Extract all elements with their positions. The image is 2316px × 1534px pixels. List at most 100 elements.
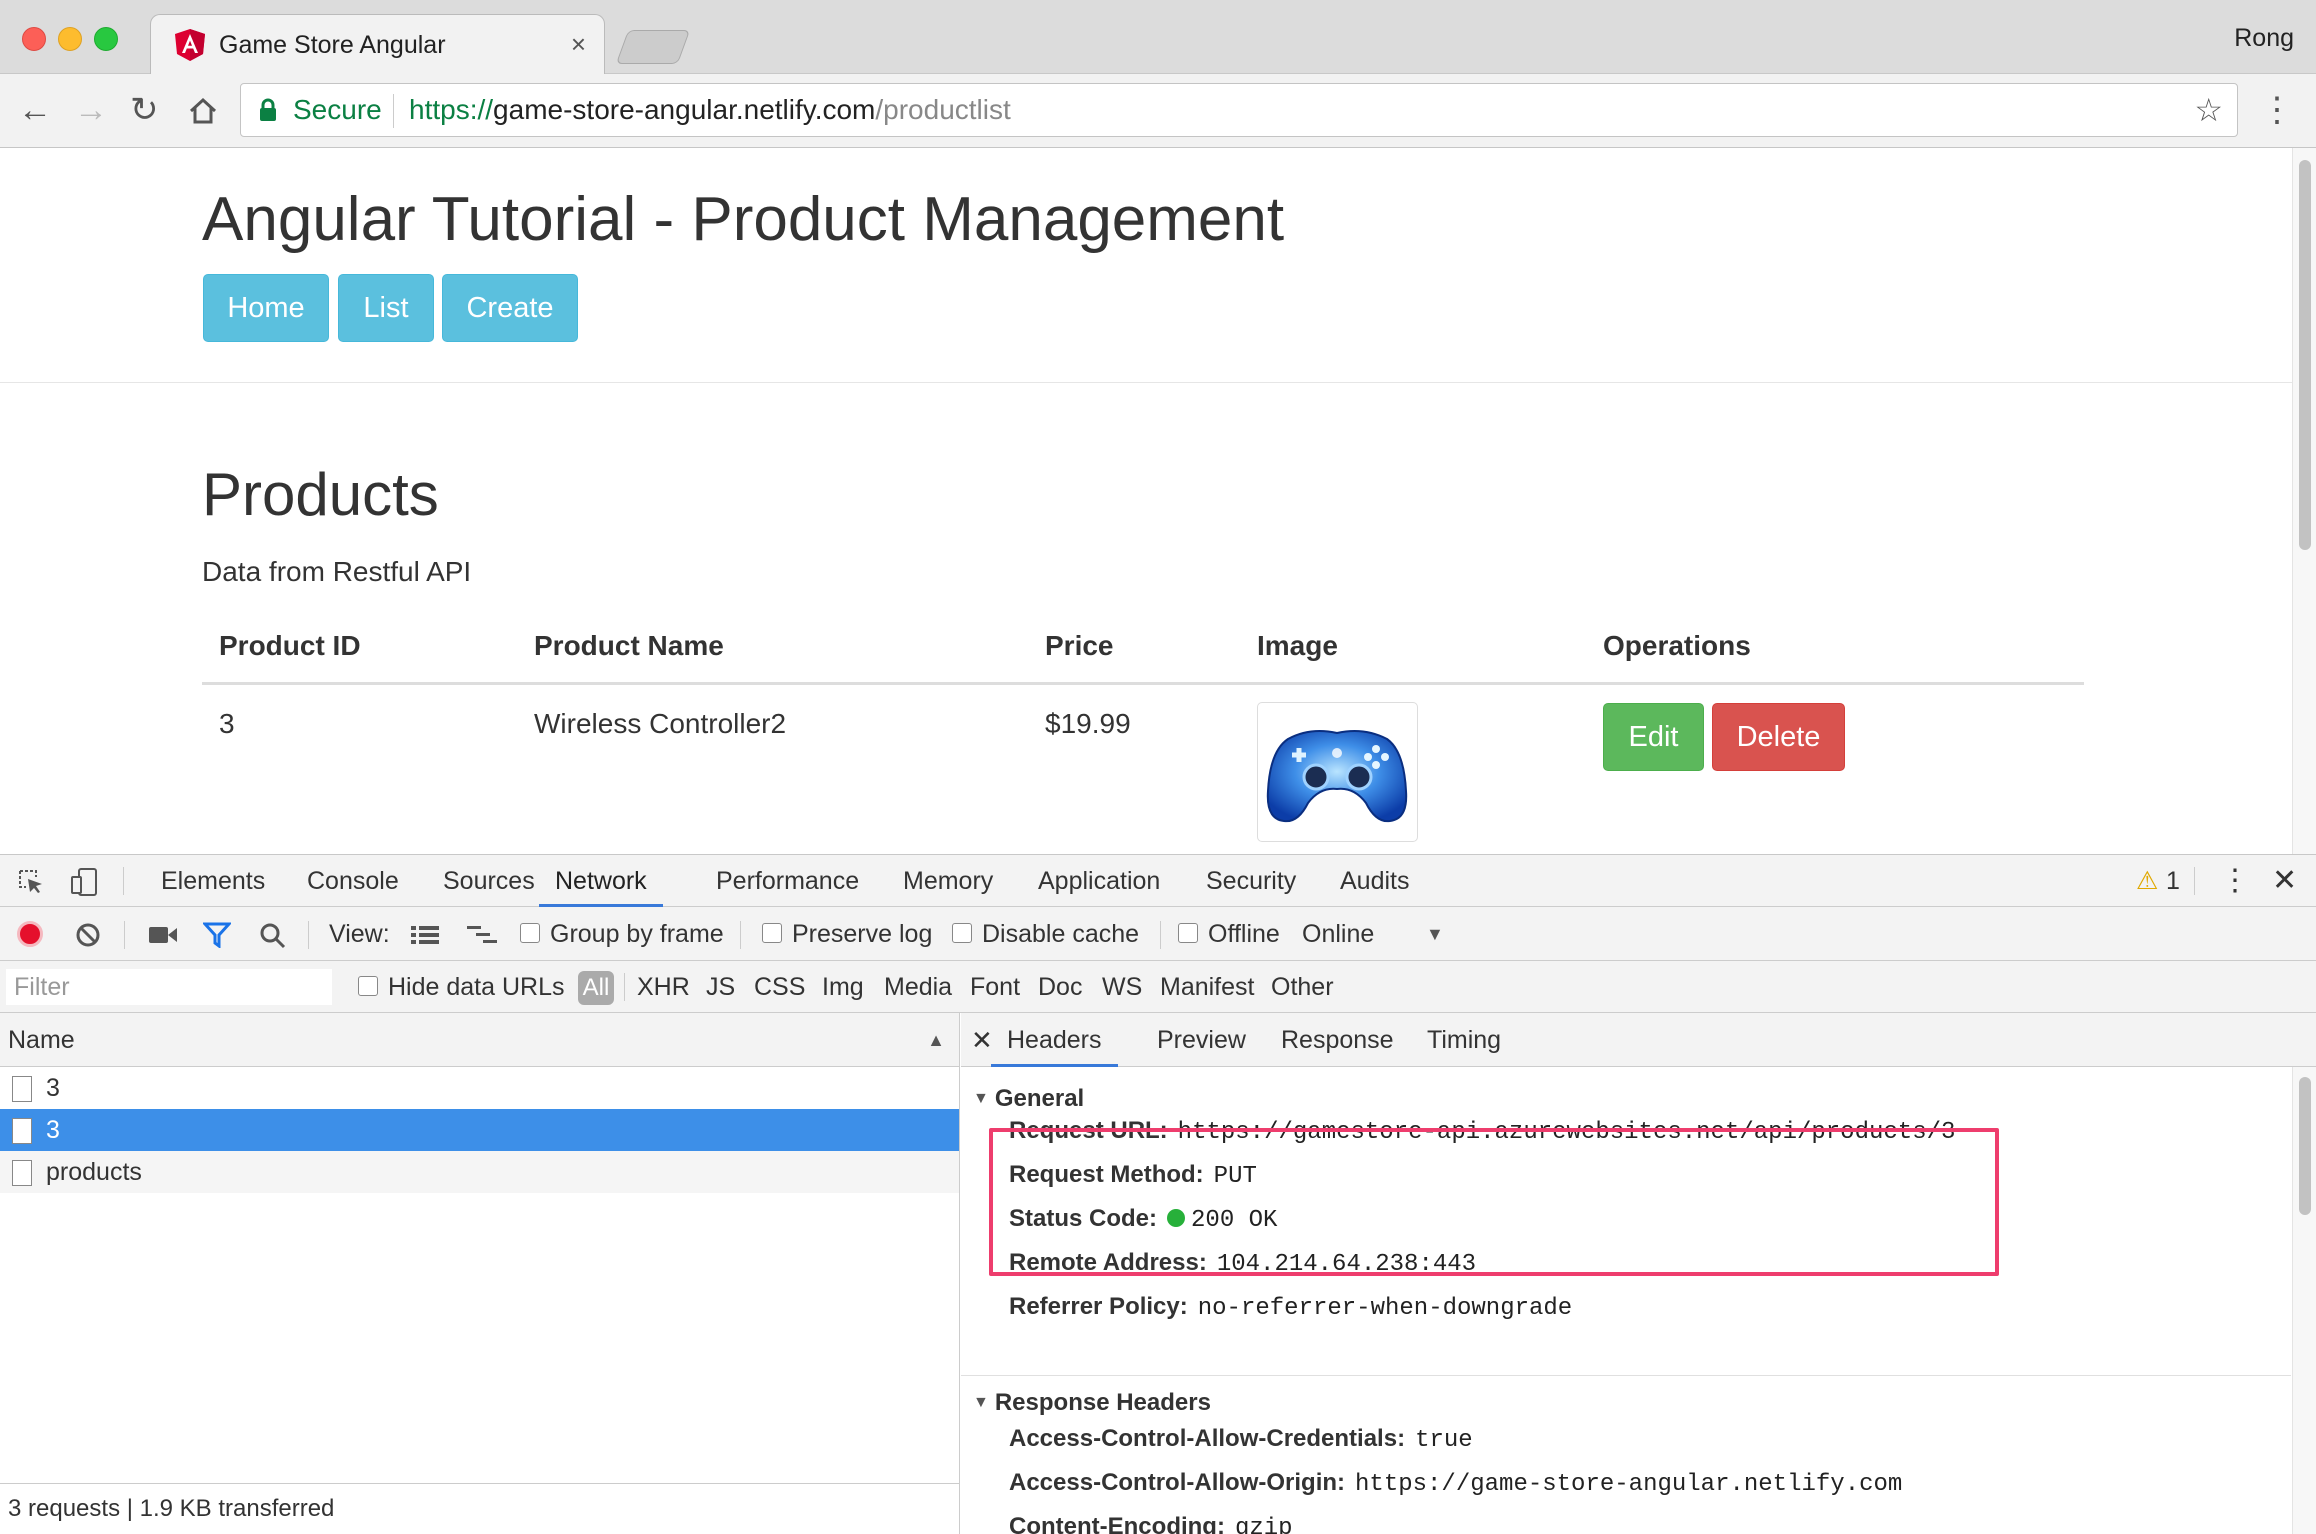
request-row[interactable]: products	[0, 1151, 959, 1193]
list-button[interactable]: List	[338, 274, 434, 342]
tab-timing[interactable]: Timing	[1427, 1013, 1501, 1067]
secure-label: Secure	[293, 94, 382, 125]
hide-data-urls-checkbox[interactable]: Hide data URLs	[358, 961, 564, 1013]
tab-performance[interactable]: Performance	[716, 855, 859, 907]
forward-arrow-icon[interactable]: →	[74, 90, 108, 130]
type-filter-doc[interactable]: Doc	[1038, 961, 1082, 1013]
minimize-window-button[interactable]	[58, 27, 82, 51]
view-label: View:	[329, 920, 390, 948]
inspect-element-icon[interactable]	[18, 869, 44, 895]
waterfall-icon[interactable]	[466, 924, 498, 946]
reload-icon[interactable]: ↻	[130, 90, 159, 130]
column-header-price: Price	[1045, 630, 1114, 661]
preserve-log-checkbox[interactable]: Preserve log	[762, 907, 932, 961]
type-filter-font[interactable]: Font	[970, 961, 1020, 1013]
tab-elements[interactable]: Elements	[161, 855, 265, 907]
details-scrollbar[interactable]	[2292, 1067, 2316, 1534]
type-filter-other[interactable]: Other	[1271, 961, 1334, 1013]
capture-screenshots-icon[interactable]	[148, 924, 178, 946]
filter-input[interactable]: Filter	[6, 969, 332, 1005]
page-scrollbar[interactable]	[2292, 148, 2316, 854]
tab-audits[interactable]: Audits	[1340, 855, 1409, 907]
home-button[interactable]: Home	[203, 274, 329, 342]
tab-application[interactable]: Application	[1038, 855, 1160, 907]
document-icon	[12, 1160, 32, 1186]
name-column-label: Name	[8, 1026, 75, 1054]
request-name: 3	[46, 1116, 60, 1144]
type-filter-manifest[interactable]: Manifest	[1160, 961, 1254, 1013]
checkbox-icon[interactable]	[762, 923, 782, 944]
general-section-title: General	[994, 1085, 1085, 1112]
header-key: Access-Control-Allow-Credentials:	[1009, 1425, 1406, 1452]
request-row-selected[interactable]: 3	[0, 1109, 959, 1151]
details-scrollbar-thumb[interactable]	[2299, 1077, 2311, 1215]
device-toolbar-icon[interactable]	[70, 867, 100, 897]
filter-icon[interactable]	[203, 922, 231, 948]
request-row[interactable]: 3	[0, 1067, 959, 1109]
create-button[interactable]: Create	[442, 274, 578, 342]
checkbox-icon[interactable]	[1178, 923, 1198, 944]
large-rows-icon[interactable]	[410, 924, 440, 946]
edit-button[interactable]: Edit	[1603, 703, 1704, 771]
group-by-frame-checkbox[interactable]: Group by frame	[520, 907, 724, 961]
header-row: Content-Encoding: gzip	[1009, 1513, 1293, 1534]
browser-tab[interactable]: Game Store Angular ×	[150, 14, 605, 74]
type-filter-js[interactable]: JS	[706, 961, 735, 1013]
address-bar[interactable]: Secure https://game-store-angular.netlif…	[240, 83, 2238, 137]
tab-preview[interactable]: Preview	[1157, 1013, 1246, 1067]
type-filter-xhr[interactable]: XHR	[637, 961, 690, 1013]
tab-memory[interactable]: Memory	[903, 855, 993, 907]
checkbox-icon[interactable]	[358, 976, 378, 997]
warning-count[interactable]: 1	[2166, 855, 2180, 907]
type-filter-media[interactable]: Media	[884, 961, 952, 1013]
clear-icon[interactable]	[75, 922, 101, 948]
disable-cache-checkbox[interactable]: Disable cache	[952, 907, 1139, 961]
maximize-window-button[interactable]	[94, 27, 118, 51]
delete-button[interactable]: Delete	[1712, 703, 1845, 771]
hide-data-urls-label: Hide data URLs	[388, 973, 565, 1001]
profile-name[interactable]: Rong	[2234, 24, 2294, 53]
network-toolbar: View: Group by frame Preserve log Disabl…	[0, 907, 2316, 961]
header-key: Access-Control-Allow-Origin:	[1009, 1469, 1346, 1496]
tab-close-icon[interactable]: ×	[571, 29, 586, 60]
tab-network[interactable]: Network	[539, 855, 663, 907]
offline-label: Offline	[1208, 920, 1280, 948]
general-section-toggle[interactable]: ▼ General	[973, 1085, 1084, 1113]
throttling-select[interactable]: Online	[1302, 907, 1374, 961]
sort-ascending-icon[interactable]: ▲	[927, 1013, 945, 1067]
page-scrollbar-thumb[interactable]	[2299, 160, 2311, 550]
tab-title: Game Store Angular	[219, 31, 446, 59]
browser-tab-bar: Game Store Angular × Rong	[0, 0, 2316, 74]
checkbox-icon[interactable]	[952, 923, 972, 944]
document-icon	[12, 1118, 32, 1144]
browser-toolbar: ← → ↻ Secure https://game-store-angular.…	[0, 74, 2316, 148]
tab-console[interactable]: Console	[307, 855, 399, 907]
column-header-product-id: Product ID	[219, 630, 361, 661]
checkbox-icon[interactable]	[520, 923, 540, 944]
tab-response[interactable]: Response	[1281, 1013, 1394, 1067]
name-column-header[interactable]: Name ▲	[0, 1013, 959, 1067]
tab-sources[interactable]: Sources	[443, 855, 535, 907]
chevron-down-icon[interactable]: ▼	[1426, 907, 1444, 961]
bookmark-star-icon[interactable]: ☆	[2194, 84, 2223, 136]
devtools-menu-icon[interactable]: ⋮	[2220, 855, 2250, 907]
warning-icon[interactable]: ⚠	[2136, 855, 2158, 907]
close-details-icon[interactable]: ✕	[971, 1013, 993, 1067]
type-filter-img[interactable]: Img	[822, 961, 864, 1013]
tab-headers[interactable]: Headers	[991, 1013, 1118, 1067]
tab-security[interactable]: Security	[1206, 855, 1296, 907]
close-window-button[interactable]	[22, 27, 46, 51]
toolbar-divider	[124, 921, 125, 949]
home-icon[interactable]	[188, 96, 218, 126]
type-filter-ws[interactable]: WS	[1102, 961, 1142, 1013]
back-arrow-icon[interactable]: ←	[18, 90, 52, 130]
offline-checkbox[interactable]: Offline	[1178, 907, 1280, 961]
type-filter-all[interactable]: All	[578, 971, 614, 1005]
search-icon[interactable]	[259, 922, 287, 950]
close-devtools-icon[interactable]: ✕	[2272, 855, 2297, 907]
browser-menu-icon[interactable]: ⋮	[2260, 90, 2294, 130]
type-filter-css[interactable]: CSS	[754, 961, 805, 1013]
new-tab-button[interactable]	[615, 30, 691, 64]
response-headers-section-toggle[interactable]: ▼ Response Headers	[973, 1389, 1211, 1417]
record-icon[interactable]	[17, 921, 43, 947]
